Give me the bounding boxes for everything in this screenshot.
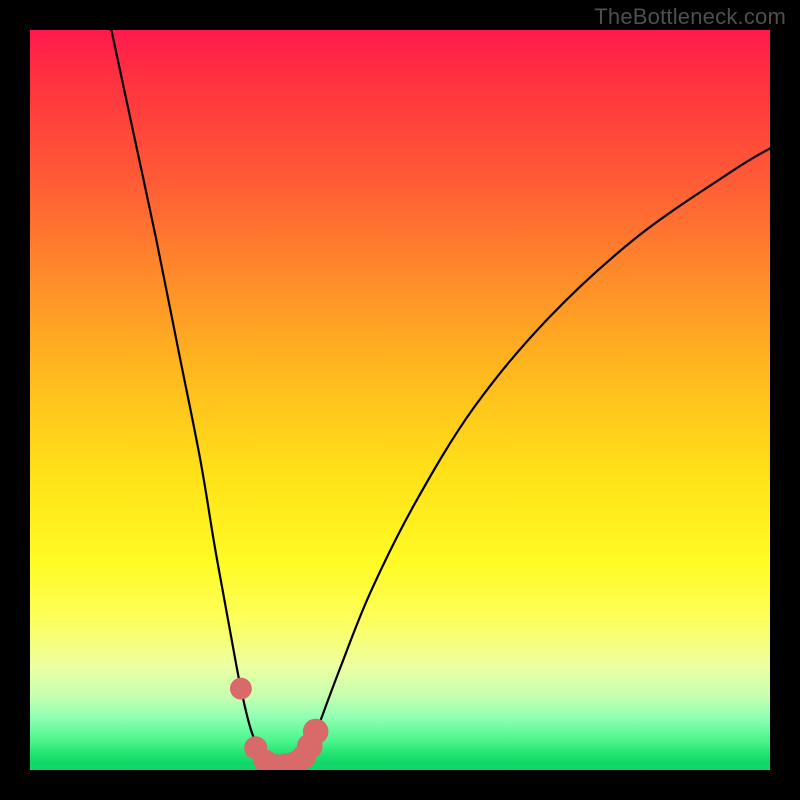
curve-marker bbox=[230, 678, 252, 700]
bottleneck-curve-path bbox=[111, 30, 770, 766]
chart-svg bbox=[30, 30, 770, 770]
marker-group bbox=[230, 678, 328, 770]
chart-container: TheBottleneck.com bbox=[0, 0, 800, 800]
curve-marker bbox=[303, 719, 329, 745]
watermark-text: TheBottleneck.com bbox=[594, 4, 786, 30]
